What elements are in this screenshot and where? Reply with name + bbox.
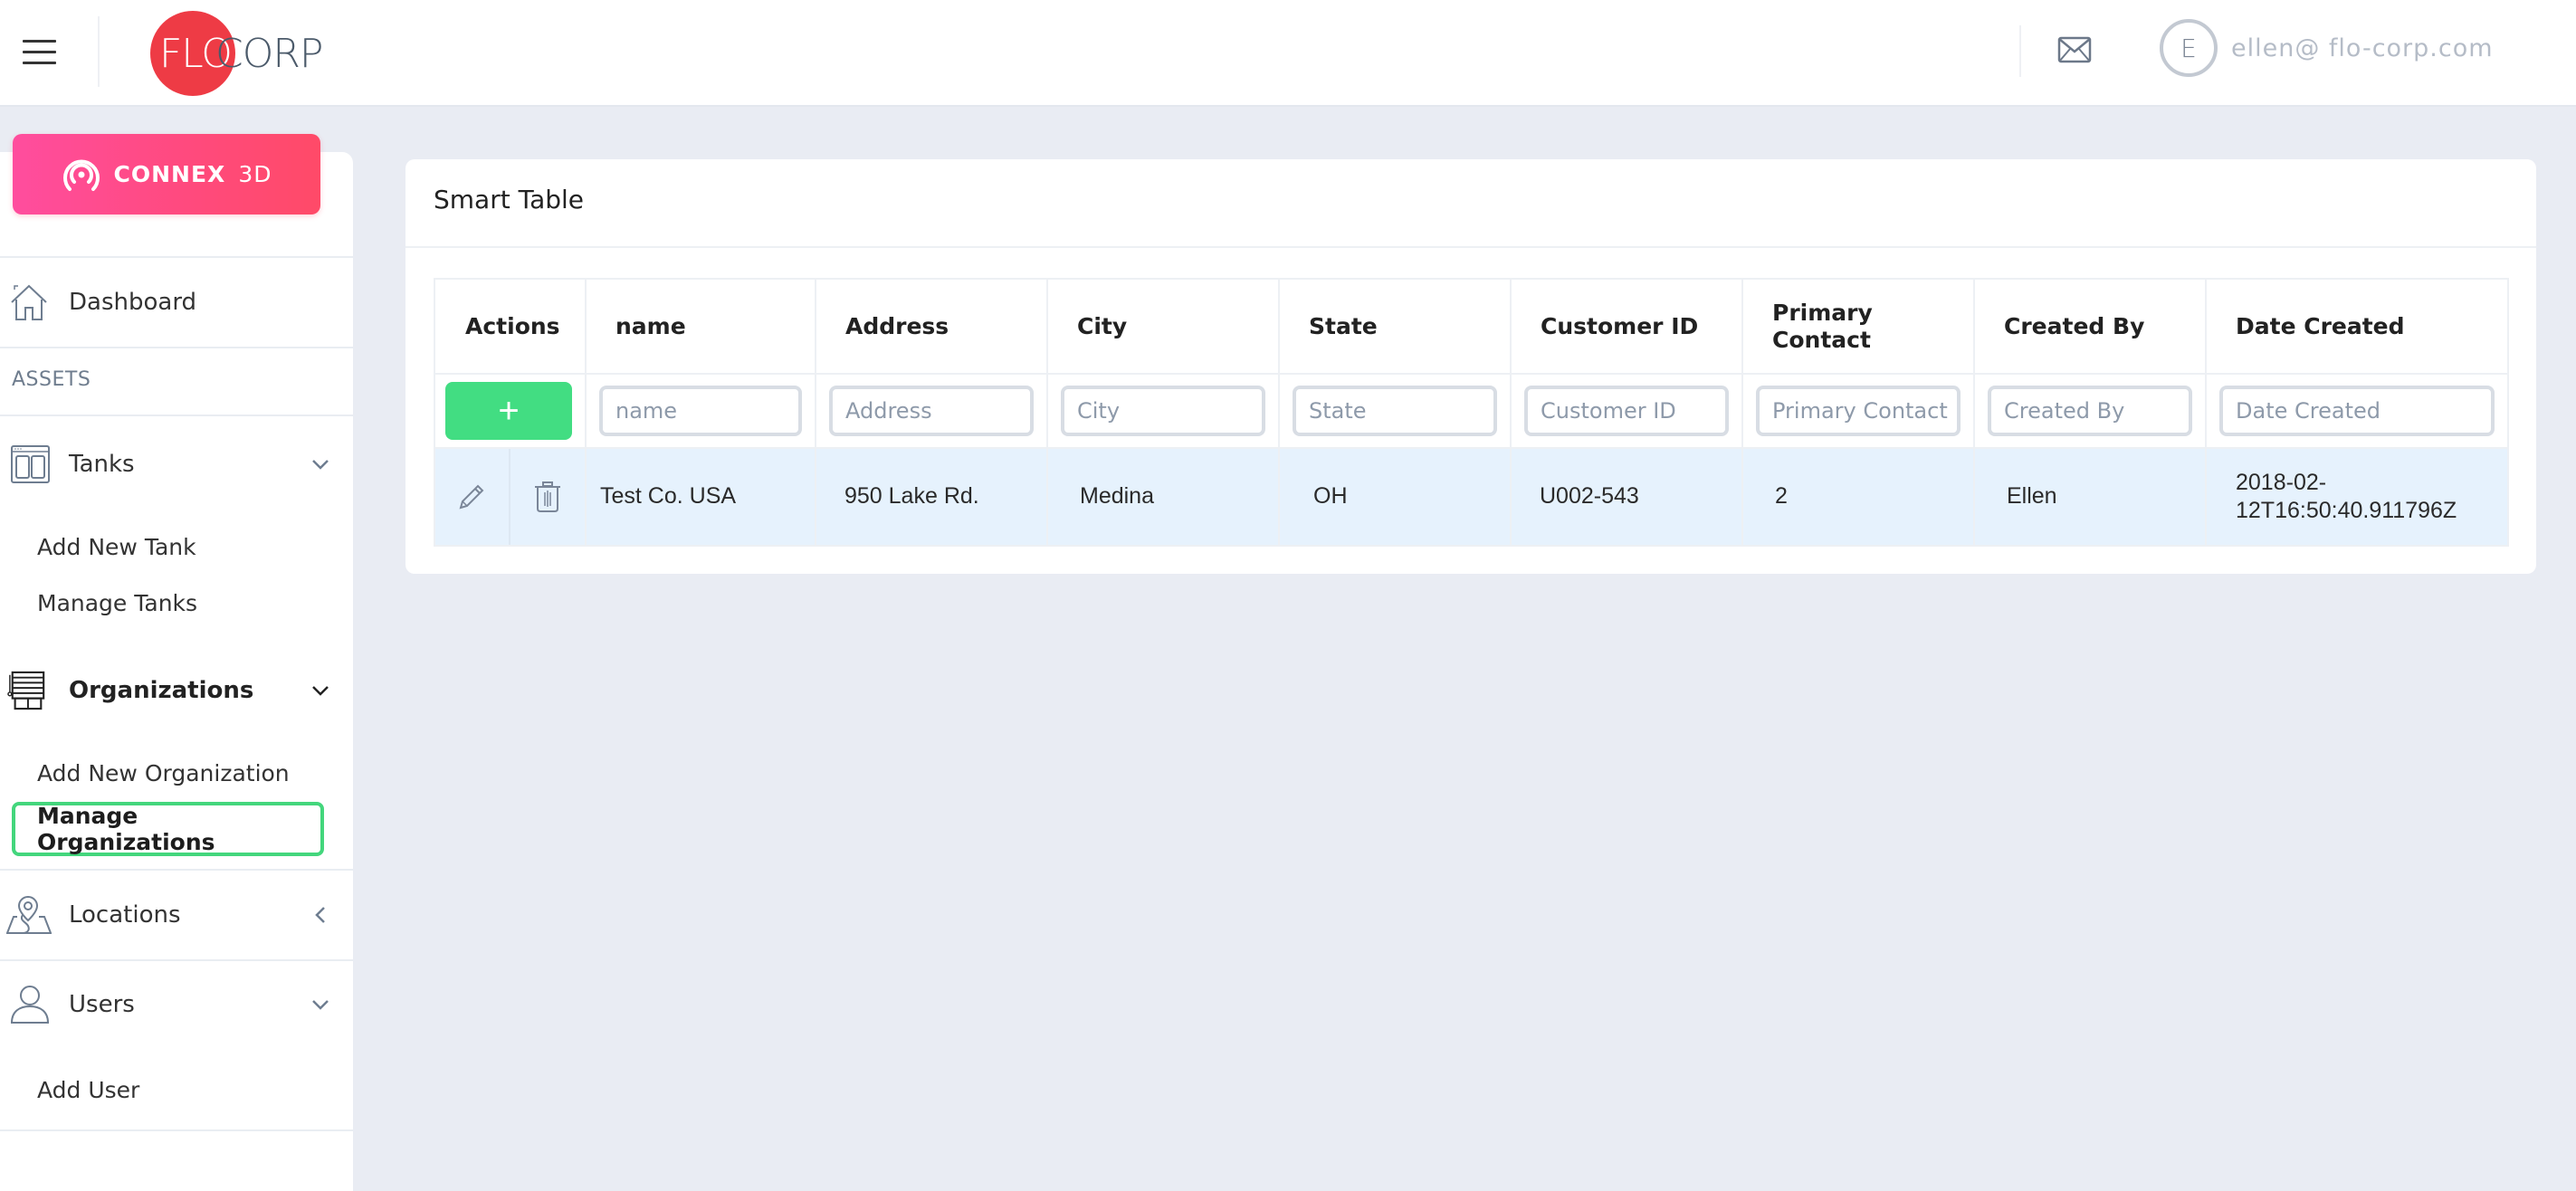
trash-icon	[534, 481, 560, 512]
cell-primary-contact: 2	[1741, 447, 1975, 547]
flocorp-logo[interactable]: FLO CORP	[150, 11, 323, 96]
column-header-customer-id[interactable]: Customer ID	[1510, 278, 1743, 375]
hamburger-icon[interactable]	[23, 40, 56, 67]
sidebar-subitem-manage-tanks[interactable]: Manage Tanks	[37, 590, 197, 616]
column-header-date-created[interactable]: Date Created	[2205, 278, 2509, 375]
chevron-down-icon[interactable]	[310, 453, 331, 475]
card-divider	[405, 246, 2536, 248]
filter-address-input[interactable]	[829, 386, 1034, 436]
home-icon	[11, 284, 47, 320]
mail-icon[interactable]	[2057, 36, 2092, 63]
sidebar-item-label: Tanks	[69, 451, 135, 478]
sidebar: Dashboard ASSETS Tanks Add New Tank Mana…	[0, 152, 353, 1191]
sidebar-subitem-add-new-organization[interactable]: Add New Organization	[37, 760, 290, 786]
sidebar-divider	[0, 347, 353, 348]
table-row[interactable]: Test Co. USA 950 Lake Rd. Medina OH U002…	[434, 447, 2509, 547]
column-header-primary-contact[interactable]: Primary Contact	[1741, 278, 1975, 375]
smart-table-card: Smart Table Actions name Address City St…	[405, 159, 2536, 574]
filter-state-input[interactable]	[1293, 386, 1497, 436]
add-row-button[interactable]: +	[445, 382, 572, 440]
organizations-icon	[7, 671, 45, 710]
column-header-name[interactable]: name	[585, 278, 816, 375]
chevron-down-icon[interactable]	[310, 680, 331, 701]
map-pin-icon	[6, 895, 52, 934]
header-divider	[2019, 25, 2021, 77]
broadcast-icon	[62, 159, 100, 191]
top-header: FLO CORP E ellen@ flo-corp.com	[0, 0, 2576, 107]
chevron-left-icon[interactable]	[310, 904, 331, 926]
edit-button[interactable]	[435, 449, 510, 545]
sidebar-divider	[0, 256, 353, 258]
avatar-initial: E	[2180, 33, 2197, 63]
plus-icon: +	[498, 390, 520, 431]
filter-name-input[interactable]	[599, 386, 802, 436]
user-email[interactable]: ellen@ flo-corp.com	[2231, 34, 2494, 62]
cell-customer-id: U002-543	[1510, 447, 1743, 547]
section-label-assets: ASSETS	[12, 368, 91, 391]
column-header-address[interactable]: Address	[815, 278, 1048, 375]
filter-primary-contact-input[interactable]	[1756, 386, 1961, 436]
tanks-icon	[11, 445, 50, 483]
delete-button[interactable]	[510, 449, 586, 545]
cell-address: 950 Lake Rd.	[815, 447, 1048, 547]
sidebar-divider	[0, 1129, 353, 1131]
cell-city: Medina	[1046, 447, 1280, 547]
chevron-down-icon[interactable]	[310, 994, 331, 1015]
column-header-created-by[interactable]: Created By	[1973, 278, 2207, 375]
pencil-icon	[459, 484, 484, 510]
sidebar-item-dashboard[interactable]: Dashboard	[0, 266, 353, 338]
cell-date-created: 2018-02- 12T16:50:40.911796Z	[2205, 447, 2509, 547]
table-header-row: Actions name Address City State Customer…	[434, 278, 2509, 375]
sidebar-item-label: Organizations	[69, 677, 254, 704]
card-title: Smart Table	[434, 185, 585, 214]
sidebar-item-label: Dashboard	[69, 289, 197, 316]
filter-created-by-input[interactable]	[1988, 386, 2192, 436]
table-filter-row: +	[434, 373, 2509, 449]
sidebar-divider	[0, 414, 353, 416]
sidebar-item-label: Users	[69, 991, 135, 1018]
sidebar-item-users[interactable]: Users	[0, 968, 353, 1041]
user-icon	[10, 986, 50, 1024]
sidebar-item-locations[interactable]: Locations	[0, 879, 353, 951]
header-divider	[98, 16, 100, 87]
column-header-actions: Actions	[434, 278, 587, 375]
filter-city-input[interactable]	[1061, 386, 1265, 436]
sidebar-item-tanks[interactable]: Tanks	[0, 428, 353, 500]
column-header-city[interactable]: City	[1046, 278, 1280, 375]
sidebar-item-organizations[interactable]: Organizations	[0, 654, 353, 727]
cell-created-by: Ellen	[1973, 447, 2207, 547]
filter-date-created-input[interactable]	[2219, 386, 2495, 436]
connex-label: CONNEX 3D	[113, 161, 272, 187]
sidebar-divider	[0, 959, 353, 961]
connex-3d-button[interactable]: CONNEX 3D	[13, 134, 320, 214]
user-avatar[interactable]: E	[2160, 19, 2218, 77]
column-header-state[interactable]: State	[1278, 278, 1512, 375]
cell-name: Test Co. USA	[585, 447, 816, 547]
sidebar-item-label: Locations	[69, 901, 181, 929]
cell-state: OH	[1278, 447, 1512, 547]
logo-text-corp: CORP	[215, 30, 323, 77]
sidebar-divider	[0, 869, 353, 871]
sidebar-subitem-add-new-tank[interactable]: Add New Tank	[37, 534, 196, 560]
filter-customer-id-input[interactable]	[1524, 386, 1729, 436]
smart-table: Actions name Address City State Customer…	[434, 278, 2509, 547]
sidebar-subitem-manage-organizations[interactable]: Manage Organizations	[12, 802, 324, 856]
sidebar-subitem-add-user[interactable]: Add User	[37, 1077, 139, 1103]
